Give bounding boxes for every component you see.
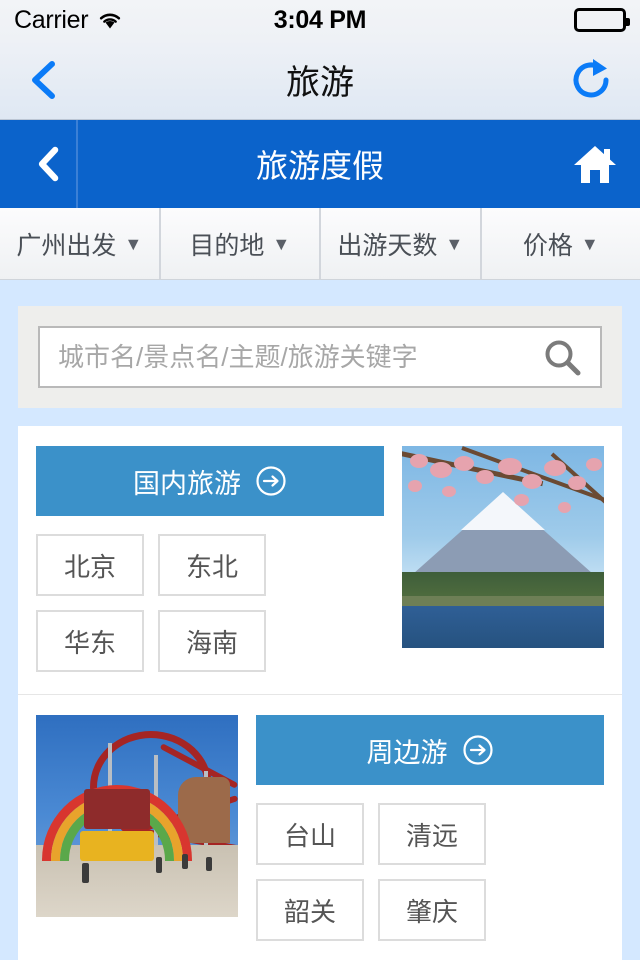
status-bar-right: [574, 8, 630, 32]
tag-button[interactable]: 肇庆: [378, 879, 486, 941]
status-bar: Carrier 3:04 PM: [0, 0, 640, 40]
tag-list-nearby: 台山 清远 韶关 肇庆: [256, 803, 604, 941]
search-panel: [18, 306, 622, 408]
tag-button[interactable]: 韶关: [256, 879, 364, 941]
chevron-down-icon: ▼: [445, 233, 464, 254]
app-bar-back-button[interactable]: [22, 120, 78, 208]
filter-tab-departure[interactable]: 广州出发 ▼: [0, 208, 161, 279]
filter-tab-label: 广州出发: [16, 231, 117, 260]
section-title: 国内旅游: [133, 468, 241, 499]
filter-tab-destination[interactable]: 目的地 ▼: [161, 208, 321, 279]
filter-tab-days[interactable]: 出游天数 ▼: [321, 208, 482, 279]
app-bar-title: 旅游度假: [255, 148, 384, 184]
tag-button[interactable]: 清远: [378, 803, 486, 865]
page-title: 旅游: [286, 64, 354, 102]
home-icon[interactable]: [572, 141, 618, 187]
search-box[interactable]: [38, 326, 602, 388]
nav-back-button[interactable]: [24, 56, 64, 104]
app-bar: 旅游度假: [0, 120, 640, 208]
tag-button[interactable]: 华东: [36, 610, 144, 672]
tag-button[interactable]: 北京: [36, 534, 144, 596]
scroll-content: 国内旅游 北京 东北 华东 海南: [0, 280, 640, 960]
filter-tab-bar: 广州出发 ▼ 目的地 ▼ 出游天数 ▼ 价格 ▼: [0, 208, 640, 280]
ios-nav-bar: 旅游: [0, 40, 640, 120]
filter-tab-label: 价格: [522, 231, 573, 260]
section-title: 周边游: [366, 737, 448, 768]
refresh-icon[interactable]: [568, 56, 616, 104]
chevron-down-icon: ▼: [124, 233, 143, 254]
arrow-right-circle-icon: [255, 465, 287, 497]
filter-tab-label: 出游天数: [337, 231, 438, 260]
battery-full-icon: [574, 8, 630, 32]
search-icon[interactable]: [542, 337, 582, 377]
wifi-icon: [97, 10, 123, 30]
filter-tab-price[interactable]: 价格 ▼: [482, 208, 640, 279]
search-input[interactable]: [58, 341, 542, 373]
app-root: Carrier 3:04 PM 旅游 旅游度假 广州出发 ▼ 目的地 ▼ 出游天…: [0, 0, 640, 960]
section-content: 国内旅游 北京 东北 华东 海南: [36, 446, 384, 672]
tag-button[interactable]: 东北: [158, 534, 266, 596]
status-bar-left: Carrier: [14, 6, 123, 35]
tag-button[interactable]: 海南: [158, 610, 266, 672]
section-thumbnail-happy-valley[interactable]: [36, 715, 238, 917]
section-domestic-travel: 国内旅游 北京 东北 华东 海南: [18, 426, 622, 695]
chevron-down-icon: ▼: [580, 233, 599, 254]
section-header-nearby[interactable]: 周边游: [256, 715, 604, 785]
section-header-domestic[interactable]: 国内旅游: [36, 446, 384, 516]
arrow-right-circle-icon: [462, 734, 494, 766]
section-nearby-travel: 周边游 台山 清远 韶关 肇庆: [18, 695, 622, 960]
tag-list-domestic: 北京 东北 华东 海南: [36, 534, 384, 672]
carrier-label: Carrier: [14, 5, 89, 34]
tag-button[interactable]: 台山: [256, 803, 364, 865]
chevron-down-icon: ▼: [272, 233, 291, 254]
section-content: 周边游 台山 清远 韶关 肇庆: [256, 715, 604, 941]
category-card: 国内旅游 北京 东北 华东 海南 周边游 台山 清远 韶关 肇庆: [18, 426, 622, 960]
filter-tab-label: 目的地: [189, 231, 265, 260]
section-thumbnail-fuji[interactable]: [402, 446, 604, 648]
